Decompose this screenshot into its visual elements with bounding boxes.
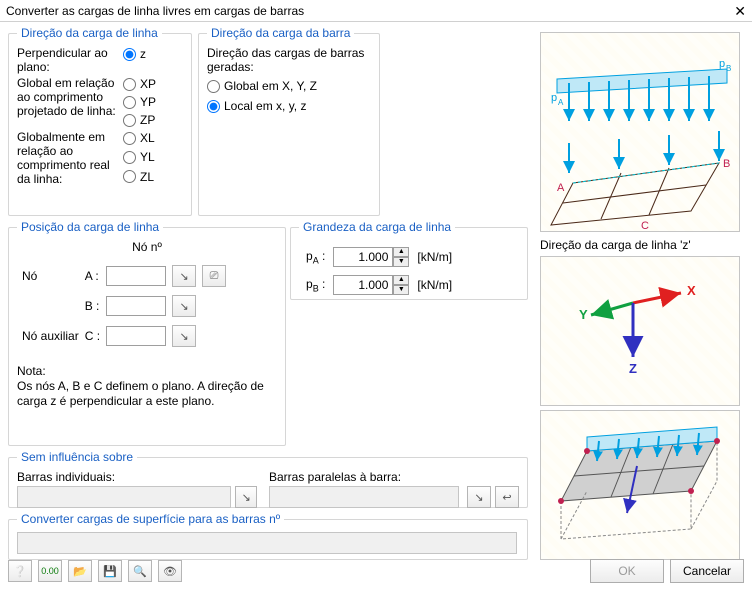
label-individual: Barras individuais:	[17, 470, 257, 484]
radio-global-xyz[interactable]: Global em X, Y, Z	[207, 78, 371, 94]
label-parallel: Barras paralelas à barra:	[269, 470, 519, 484]
legend-convert: Converter cargas de superfície para as b…	[17, 512, 284, 526]
group-line-direction: Direção da carga de linha Perpendicular …	[8, 26, 192, 216]
legend-line-direction: Direção da carga de linha	[17, 26, 162, 40]
label-projected: Global em relação ao comprimento projeta…	[17, 76, 123, 128]
ok-button[interactable]: OK	[590, 559, 664, 583]
note-block: Nota: Os nós A, B e C definem o plano. A…	[17, 364, 277, 409]
label-direction-z: Direção da carga de linha 'z'	[540, 238, 691, 252]
svg-text:B: B	[723, 158, 730, 170]
diagram-axes: X Y Z	[540, 256, 740, 406]
group-no-effect: Sem influência sobre Barras individuais:…	[8, 450, 528, 508]
legend-line-position: Posição da carga de linha	[17, 220, 163, 234]
close-icon[interactable]: ✕	[734, 0, 746, 22]
group-line-position: Posição da carga de linha Nó nº Nó A : ↘…	[8, 220, 286, 446]
svg-text:C: C	[641, 220, 649, 232]
svg-text:Y: Y	[579, 307, 588, 322]
open-icon[interactable]: 📂	[68, 560, 92, 582]
svg-text:A: A	[557, 182, 565, 194]
svg-text:p: p	[719, 58, 725, 70]
unit-pA: [kN/m]	[416, 246, 453, 268]
pA-up-icon[interactable]: ▲	[393, 247, 409, 257]
units-icon[interactable]: 0.00	[38, 560, 62, 582]
clear-node-A-icon[interactable]: ⎚	[202, 265, 226, 287]
svg-text:A: A	[558, 98, 564, 107]
label-real: Globalmente em relação ao comprimento re…	[17, 130, 123, 186]
pB-up-icon[interactable]: ▲	[393, 275, 409, 285]
group-bar-direction: Direção da carga da barra Direção das ca…	[198, 26, 380, 216]
input-convert-members[interactable]	[17, 532, 517, 554]
pA-down-icon[interactable]: ▼	[393, 257, 409, 267]
label-pA: pA :	[305, 246, 326, 268]
legend-no-effect: Sem influência sobre	[17, 450, 137, 464]
radio-zl[interactable]: ZL	[123, 169, 183, 185]
note-title: Nota:	[17, 364, 277, 379]
label-node: Nó	[21, 264, 80, 288]
radio-yp[interactable]: YP	[123, 94, 183, 110]
window-title: Converter as cargas de linha livres em c…	[6, 0, 304, 22]
label-bar-sub: Direção das cargas de barras geradas:	[207, 46, 371, 74]
group-convert: Converter cargas de superfície para as b…	[8, 512, 528, 560]
radio-z[interactable]: z	[123, 46, 183, 62]
radio-yl[interactable]: YL	[123, 149, 183, 165]
pick-individual-icon[interactable]: ↘	[235, 486, 257, 508]
zoom-icon[interactable]: 🔍	[128, 560, 152, 582]
bottom-bar: ❔ 0.00 📂 💾 🔍 👁 OK Cancelar	[8, 557, 744, 585]
legend-line-magnitude: Grandeza da carga de linha	[299, 220, 455, 234]
note-text: Os nós A, B e C definem o plano. A direç…	[17, 379, 277, 409]
node-header: Nó nº	[17, 240, 277, 254]
undo-parallel-icon[interactable]: ↩	[495, 486, 519, 508]
pB-down-icon[interactable]: ▼	[393, 285, 409, 295]
svg-text:p: p	[551, 92, 557, 104]
input-node-B[interactable]	[106, 296, 166, 316]
group-line-magnitude: Grandeza da carga de linha pA : ▲▼ [kN/m…	[290, 220, 528, 300]
svg-text:Z: Z	[629, 361, 637, 376]
input-pA[interactable]	[333, 247, 393, 267]
titlebar: Converter as cargas de linha livres em c…	[0, 0, 752, 22]
cancel-button[interactable]: Cancelar	[670, 559, 744, 583]
input-parallel-members[interactable]	[269, 486, 459, 508]
spin-pB[interactable]: ▲▼	[333, 275, 409, 295]
input-node-A[interactable]	[106, 266, 166, 286]
help-icon[interactable]: ❔	[8, 560, 32, 582]
input-node-C[interactable]	[106, 326, 166, 346]
legend-bar-direction: Direção da carga da barra	[207, 26, 354, 40]
label-A: A :	[84, 264, 101, 288]
pick-node-C-icon[interactable]: ↘	[172, 325, 196, 347]
save-icon[interactable]: 💾	[98, 560, 122, 582]
pick-parallel-icon[interactable]: ↘	[467, 486, 491, 508]
label-C: C :	[84, 324, 101, 348]
label-aux: Nó auxiliar	[21, 324, 80, 348]
unit-pB: [kN/m]	[416, 274, 453, 296]
pick-node-B-icon[interactable]: ↘	[172, 295, 196, 317]
input-individual-members[interactable]	[17, 486, 231, 508]
label-pB: pB :	[305, 274, 326, 296]
radio-xl[interactable]: XL	[123, 130, 183, 146]
diagram-surface-load	[540, 410, 740, 560]
pick-node-A-icon[interactable]: ↘	[172, 265, 196, 287]
input-pB[interactable]	[333, 275, 393, 295]
label-B: B :	[84, 294, 101, 318]
radio-local-xyz[interactable]: Local em x, y, z	[207, 98, 371, 114]
svg-text:B: B	[726, 64, 731, 73]
spin-pA[interactable]: ▲▼	[333, 247, 409, 267]
diagram-load-on-plane: pA pB	[540, 32, 740, 232]
svg-text:X: X	[687, 283, 696, 298]
radio-xp[interactable]: XP	[123, 76, 183, 92]
label-perpendicular: Perpendicular ao plano:	[17, 46, 123, 74]
radio-zp[interactable]: ZP	[123, 112, 183, 128]
view-icon[interactable]: 👁	[158, 560, 182, 582]
